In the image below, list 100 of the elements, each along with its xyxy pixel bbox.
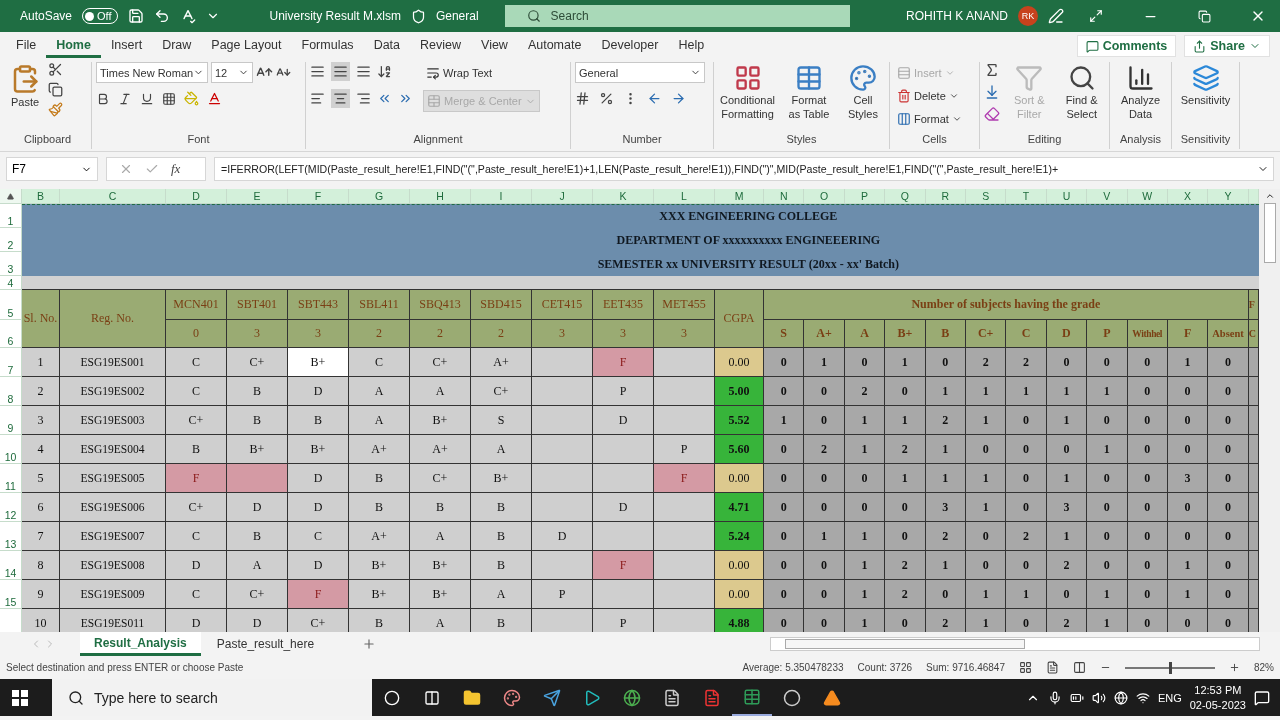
row-header[interactable]: 2 [0,228,22,252]
row-header[interactable]: 11 [0,464,22,493]
comments-button[interactable]: Comments [1076,35,1177,57]
page-break-icon[interactable] [1073,661,1086,674]
volume-icon[interactable] [1091,690,1106,705]
microphone-icon[interactable] [1047,690,1062,705]
zoom-thumb[interactable] [1169,661,1172,674]
top-align-icon[interactable] [310,64,325,79]
format-painter-icon[interactable] [48,102,63,117]
zoom-level[interactable]: 82% [1254,662,1274,673]
menu-tab[interactable]: Help [668,34,715,58]
column-header[interactable]: K [593,189,654,204]
column-header[interactable]: L [654,189,715,204]
menu-tab[interactable]: Insert [100,34,153,58]
cells-button[interactable]: Format [894,108,965,130]
scroll-up-icon[interactable] [1264,191,1275,201]
user-avatar[interactable]: RK [1018,6,1038,26]
clear-icon[interactable] [984,106,1000,122]
column-header[interactable]: J [532,189,593,204]
menu-tab[interactable]: File [6,34,47,58]
font-size-dropdown[interactable]: 12 [211,62,253,83]
wrap-text-button[interactable]: Wrap Text [423,62,496,84]
column-header[interactable]: R [925,189,966,204]
language-indicator[interactable]: ENG [1157,691,1182,704]
row-header[interactable]: 7 [0,348,22,377]
insert-function[interactable]: fx [171,161,181,177]
notification-icon[interactable] [1254,689,1270,706]
column-header[interactable]: G [349,189,410,204]
menu-tab[interactable]: Draw [152,34,202,58]
clock[interactable]: 12:53 PM 02-05-2023 [1189,683,1246,712]
style-button[interactable]: Format as Table [783,62,835,124]
editing-button[interactable]: Find & Select [1058,62,1105,124]
menu-tab[interactable]: Formulas [291,34,364,58]
row-header[interactable]: 3 [0,252,22,276]
row-header[interactable]: 5 [0,290,22,320]
cut-icon[interactable] [48,62,63,77]
sensitivity-button[interactable]: Sensitivity [1178,62,1233,110]
analyze-data-button[interactable]: Analyze Data [1114,62,1167,124]
row-header[interactable]: 15 [0,580,22,609]
column-header[interactable]: S [965,189,1007,204]
formula-field[interactable]: =IFERROR(LEFT(MID(Paste_result_here!E1,FIND("(",Paste_result_here!E1)+1,LEN(Paste_result_here!E1)),FIND(")",MID(Paste_result_here!E1,FIND("(",Paste_result_here!E1)+ [214,157,1274,181]
align-center-icon[interactable] [331,89,350,108]
row-header[interactable]: 1 [0,204,22,228]
row-header[interactable]: 4 [0,276,22,290]
font-color-icon[interactable] [207,91,222,106]
middle-align-icon[interactable] [331,62,350,81]
column-header[interactable]: N [764,189,805,204]
undo-icon[interactable] [153,8,170,24]
column-header[interactable]: C [60,189,166,204]
menu-tab[interactable]: Home [46,34,101,58]
paste-button[interactable]: Paste [8,62,42,112]
column-header[interactable]: O [804,189,845,204]
row-header[interactable]: 9 [0,406,22,435]
scrollbar-thumb[interactable] [1263,203,1276,263]
row-header[interactable]: 10 [0,435,22,464]
style-button[interactable]: Conditional Formatting [718,62,778,124]
orientation-icon[interactable] [377,64,392,79]
sheet-tab[interactable]: Paste_result_here [202,632,329,656]
column-header[interactable]: V [1087,189,1128,204]
row-header[interactable]: 8 [0,377,22,406]
normal-view-icon[interactable] [1019,661,1032,674]
column-header[interactable]: Q [885,189,926,204]
menu-tab[interactable]: Developer [591,34,669,58]
wifi-icon[interactable] [1135,690,1150,705]
select-all-icon[interactable] [7,192,14,200]
column-header[interactable]: I [471,189,532,204]
column-header[interactable]: H [410,189,471,204]
percent-icon[interactable] [599,91,614,106]
horizontal-scrollbar[interactable] [770,637,1260,651]
sheet-tab[interactable]: Result_Analysis [80,632,201,656]
bold-icon[interactable] [96,91,110,106]
menu-tab[interactable]: Page Layout [201,34,292,58]
menu-tab[interactable]: Automate [517,34,592,58]
page-layout-icon[interactable] [1046,661,1059,674]
name-box[interactable]: F7 [6,157,98,181]
search-field[interactable]: Search [504,5,850,27]
menu-tab[interactable]: Data [363,34,411,58]
pen-icon[interactable] [1048,8,1064,24]
column-header[interactable]: X [1167,189,1209,204]
bottom-align-icon[interactable] [356,64,371,79]
save-icon[interactable] [127,8,144,24]
italic-icon[interactable] [118,91,132,106]
menu-tab[interactable]: Review [410,34,472,58]
zoom-in-icon[interactable] [1229,662,1240,673]
column-header[interactable]: E [227,189,288,204]
share-button[interactable]: Share [1184,35,1270,57]
increase-decimal-icon[interactable] [647,91,662,106]
autosum-icon[interactable] [984,62,1000,78]
underline-icon[interactable] [140,91,154,106]
globe-icon[interactable] [1113,690,1128,705]
column-header[interactable]: P [844,189,886,204]
column-header[interactable]: T [1006,189,1047,204]
fill-color-icon[interactable] [184,91,199,106]
row-header[interactable]: 6 [0,320,22,348]
row-header[interactable]: 12 [0,493,22,522]
column-header[interactable]: M [715,189,764,204]
style-button[interactable]: Cell Styles [840,62,885,124]
menu-tab[interactable]: View [471,34,518,58]
taskbar-search-field[interactable]: Type here to search [52,679,372,716]
column-header[interactable]: B [22,189,60,204]
